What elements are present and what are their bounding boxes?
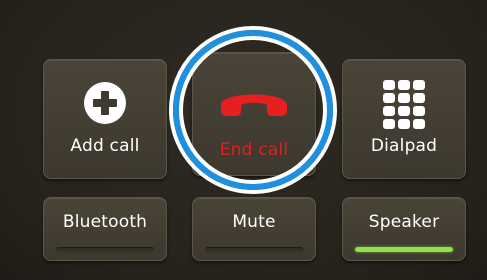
add-call-button[interactable]: Add call bbox=[43, 59, 167, 179]
plus-circle-icon bbox=[84, 82, 126, 124]
bluetooth-toggle-button[interactable]: Bluetooth bbox=[43, 197, 167, 261]
end-call-button[interactable]: End call bbox=[192, 52, 316, 176]
mute-status-indicator bbox=[205, 247, 303, 252]
dialpad-label: Dialpad bbox=[370, 136, 438, 156]
mute-toggle-button[interactable]: Mute bbox=[192, 197, 316, 261]
mute-label: Mute bbox=[232, 212, 276, 232]
bluetooth-status-indicator bbox=[56, 247, 154, 252]
in-call-control-panel: Add call End call Dialpad Bluetooth Mute… bbox=[0, 0, 487, 280]
speaker-label: Speaker bbox=[368, 212, 440, 232]
speaker-status-indicator bbox=[355, 247, 453, 252]
speaker-toggle-button[interactable]: Speaker bbox=[342, 197, 466, 261]
dialpad-button[interactable]: Dialpad bbox=[342, 59, 466, 179]
phone-hangup-icon bbox=[221, 94, 287, 116]
dialpad-grid-icon bbox=[383, 80, 425, 129]
end-call-label: End call bbox=[219, 140, 289, 160]
add-call-label: Add call bbox=[70, 136, 140, 156]
bluetooth-label: Bluetooth bbox=[62, 212, 148, 232]
